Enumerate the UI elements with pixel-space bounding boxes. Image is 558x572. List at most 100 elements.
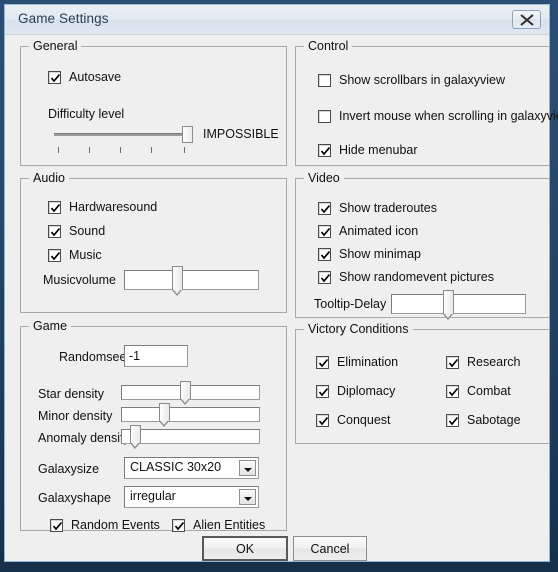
checkbox-show-randomevent-pictures[interactable]: Show randomevent pictures — [318, 270, 494, 284]
slider-track — [121, 429, 260, 444]
checkbox-box — [318, 73, 331, 87]
star-density-slider[interactable] — [121, 381, 260, 405]
tooltip-delay-slider[interactable] — [391, 290, 526, 320]
checkbox-random-events[interactable]: Random Events — [50, 518, 160, 532]
checkbox-sound[interactable]: Sound — [48, 224, 105, 238]
checkbox-music[interactable]: Music — [48, 248, 102, 262]
difficulty-value-label: IMPOSSIBLE — [203, 127, 279, 141]
checkbox-box — [316, 384, 329, 398]
checkbox-hardwaresound[interactable]: Hardwaresound — [48, 200, 157, 214]
checkbox-box — [316, 355, 329, 369]
randomseed-input[interactable]: -1 — [124, 345, 188, 367]
group-general: General Autosave Difficulty level IMPOSS… — [20, 39, 287, 166]
checkbox-label: Hardwaresound — [69, 200, 158, 214]
checkbox-label: Music — [69, 248, 102, 262]
slider-knob[interactable] — [130, 425, 141, 449]
checkbox-label: Alien Entities — [193, 518, 266, 532]
checkbox-label: Show randomevent pictures — [339, 270, 494, 284]
minor-density-slider[interactable] — [121, 403, 260, 427]
checkbox-diplomacy[interactable]: Diplomacy — [316, 384, 395, 398]
checkbox-show-traderoutes[interactable]: Show traderoutes — [318, 201, 437, 215]
minor-density-label: Minor density — [38, 409, 113, 423]
checkbox-show-minimap[interactable]: Show minimap — [318, 247, 421, 261]
checkbox-animated-icon[interactable]: Animated icon — [318, 224, 418, 238]
galaxyshape-dropdown[interactable]: irregular — [124, 486, 259, 508]
ok-button[interactable]: OK — [202, 536, 288, 561]
group-general-legend: General — [29, 39, 82, 53]
checkbox-alien-entities[interactable]: Alien Entities — [172, 518, 265, 532]
musicvolume-slider[interactable] — [124, 266, 259, 296]
check-icon — [318, 358, 329, 367]
checkbox-label: Random Events — [71, 518, 160, 532]
checkbox-label: Conquest — [337, 413, 391, 427]
checkbox-sabotage[interactable]: Sabotage — [446, 413, 521, 427]
checkbox-box — [48, 200, 61, 214]
checkbox-autosave[interactable]: Autosave — [48, 70, 121, 84]
check-icon — [174, 521, 185, 530]
slider-knob[interactable] — [182, 126, 193, 143]
checkbox-elimination[interactable]: Elimination — [316, 355, 398, 369]
checkbox-box — [446, 384, 459, 398]
tooltip-delay-label: Tooltip-Delay — [314, 297, 387, 311]
check-icon — [320, 146, 331, 155]
checkbox-box — [318, 224, 331, 238]
checkbox-label: Research — [467, 355, 521, 369]
checkbox-box — [50, 518, 63, 532]
checkbox-hide-menubar[interactable]: Hide menubar — [318, 143, 418, 157]
slider-track — [124, 270, 259, 290]
galaxysize-label: Galaxysize — [38, 462, 100, 476]
checkbox-box — [48, 224, 61, 238]
cancel-button[interactable]: Cancel — [293, 536, 367, 561]
group-game: Game Randomseed -1 Star density Minor de… — [20, 319, 287, 532]
window-title: Game Settings — [18, 11, 109, 26]
check-icon — [318, 387, 329, 396]
checkbox-box — [318, 109, 331, 123]
group-audio-legend: Audio — [29, 171, 69, 185]
check-icon — [320, 273, 331, 282]
group-video: Video Show traderoutes Animated icon Sho… — [295, 171, 550, 320]
slider-ticks — [54, 147, 187, 155]
anomaly-density-slider[interactable] — [121, 425, 260, 449]
checkbox-label: Show traderoutes — [339, 201, 437, 215]
close-glyph — [520, 14, 534, 26]
difficulty-level-label: Difficulty level — [48, 107, 125, 121]
check-icon — [320, 227, 331, 236]
check-icon — [50, 203, 61, 212]
chevron-down-icon[interactable] — [239, 489, 256, 505]
checkbox-label: Hide menubar — [339, 143, 418, 157]
checkbox-box — [318, 270, 331, 284]
dropdown-value: CLASSIC 30x20 — [130, 460, 222, 474]
checkbox-label: Invert mouse when scrolling in galaxyvie… — [339, 109, 558, 123]
checkbox-label: Sabotage — [467, 413, 521, 427]
dialog-window: Game Settings General Autosave Difficult… — [0, 0, 558, 572]
checkbox-label: Animated icon — [339, 224, 419, 238]
star-density-label: Star density — [38, 387, 105, 401]
slider-track — [121, 407, 260, 422]
check-icon — [50, 227, 61, 236]
group-video-legend: Video — [304, 171, 344, 185]
checkbox-box — [48, 248, 61, 262]
galaxysize-dropdown[interactable]: CLASSIC 30x20 — [124, 457, 259, 479]
slider-knob[interactable] — [172, 266, 183, 296]
slider-knob[interactable] — [443, 290, 454, 320]
checkbox-research[interactable]: Research — [446, 355, 521, 369]
checkbox-show-scrollbars[interactable]: Show scrollbars in galaxyview — [318, 73, 505, 87]
difficulty-slider[interactable] — [54, 124, 193, 156]
dropdown-value: irregular — [130, 489, 176, 503]
musicvolume-label: Musicvolume — [43, 273, 116, 287]
checkbox-box — [316, 413, 329, 427]
check-icon — [448, 358, 459, 367]
checkbox-invert-mouse[interactable]: Invert mouse when scrolling in galaxyvie… — [318, 109, 558, 123]
checkbox-label: Elimination — [337, 355, 399, 369]
check-icon — [448, 387, 459, 396]
close-icon[interactable] — [512, 10, 541, 29]
chevron-down-icon[interactable] — [239, 460, 256, 476]
slider-knob[interactable] — [159, 403, 170, 427]
checkbox-conquest[interactable]: Conquest — [316, 413, 391, 427]
checkbox-box — [446, 413, 459, 427]
checkbox-combat[interactable]: Combat — [446, 384, 511, 398]
randomseed-label: Randomseed — [59, 350, 134, 364]
slider-knob[interactable] — [180, 381, 191, 405]
slider-track — [391, 294, 526, 314]
checkbox-box — [172, 518, 185, 532]
